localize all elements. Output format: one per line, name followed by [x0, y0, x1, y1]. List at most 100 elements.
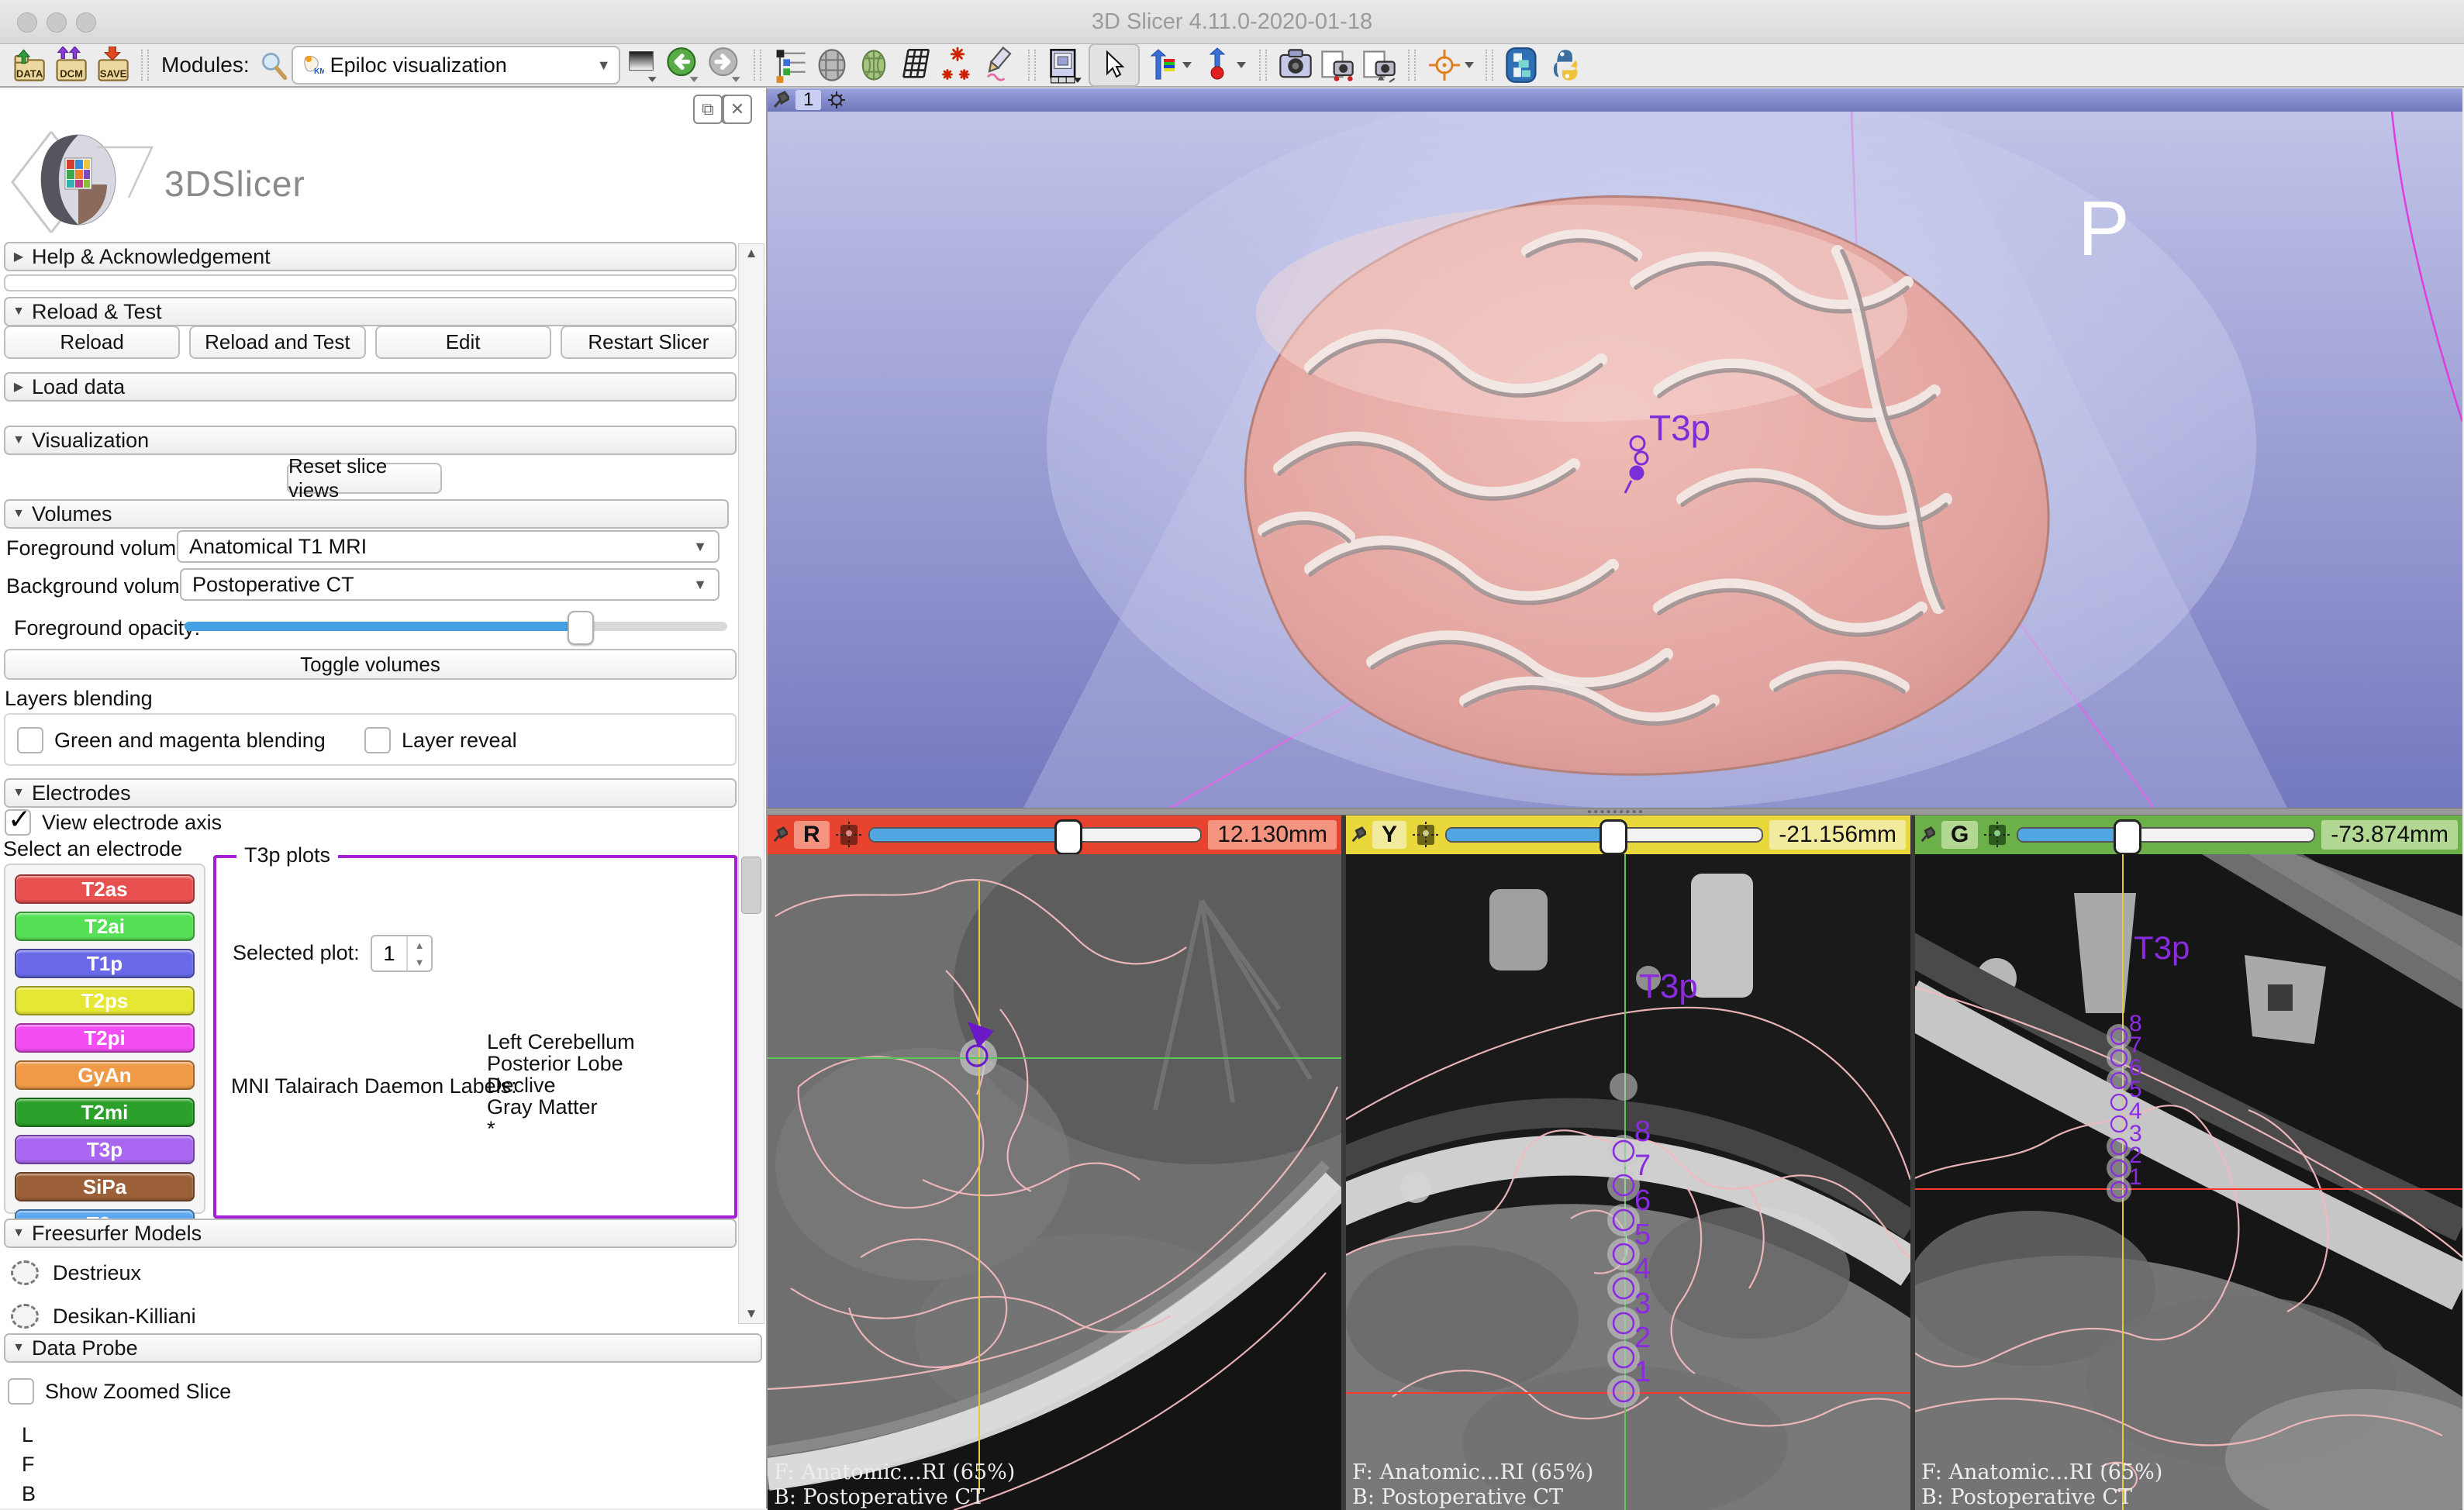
pin-icon[interactable] [772, 91, 789, 109]
green-slider-handle[interactable] [2114, 819, 2141, 855]
foreground-opacity-slider[interactable] [185, 622, 727, 631]
svg-text:7: 7 [1634, 1150, 1651, 1182]
models-module-icon[interactable] [855, 47, 892, 84]
yellow-slice-view[interactable]: Y -21.156mm [1346, 815, 1910, 1510]
visibility-eye-icon[interactable] [11, 1260, 39, 1285]
spin-up-icon[interactable]: ▲ [408, 936, 431, 953]
scroll-up-icon[interactable]: ▲ [739, 246, 764, 261]
help-collapsed-body [4, 274, 737, 291]
yellow-slider-handle[interactable] [1600, 819, 1627, 855]
panel-scrollbar[interactable]: ▲ ▼ [738, 243, 764, 1324]
green-slice-slider[interactable] [2017, 827, 2315, 843]
scene-view-restore-button[interactable] [1361, 47, 1398, 84]
volumes-module-icon[interactable] [813, 47, 851, 84]
data-module-icon[interactable] [771, 47, 809, 84]
extensions-manager-button[interactable] [1503, 47, 1541, 84]
opacity-slider-handle[interactable] [568, 611, 594, 645]
slice-letter[interactable]: R [794, 821, 830, 849]
green-slice-view[interactable]: G -73.874mm [1915, 815, 2462, 1510]
slice-marker-icon[interactable] [836, 822, 862, 848]
module-search-icon[interactable] [258, 47, 289, 84]
svg-text:2: 2 [1634, 1322, 1651, 1354]
reload-button[interactable]: Reload [4, 326, 180, 359]
slicer-logo [5, 124, 160, 240]
section-reload-test[interactable]: ▼Reload & Test [4, 297, 737, 326]
save-button[interactable]: SAVE [94, 47, 131, 84]
green-magenta-checkbox[interactable] [17, 727, 43, 753]
layer-reveal-checkbox[interactable] [364, 727, 391, 753]
red-slice-slider[interactable] [868, 827, 1203, 843]
background-volume-combo[interactable]: Postoperative CT▼ [180, 568, 720, 601]
svg-text:KM: KM [314, 67, 324, 76]
slice-letter[interactable]: G [1941, 821, 1978, 849]
scene-view-capture-button[interactable] [1319, 47, 1356, 84]
slice-marker-icon[interactable] [1413, 822, 1439, 848]
pin-icon[interactable] [1920, 826, 1935, 843]
section-electrodes[interactable]: ▼Electrodes [4, 778, 737, 808]
view-tab-label[interactable]: 1 [795, 90, 821, 110]
section-help[interactable]: ▶Help & Acknowledgement [4, 242, 737, 271]
pin-icon[interactable] [1351, 826, 1366, 843]
electrode-button-t2pi[interactable]: T2pi [15, 1023, 195, 1053]
pin-icon[interactable] [772, 826, 788, 843]
section-load-data[interactable]: ▶Load data [4, 372, 737, 402]
electrode-button-t2mi[interactable]: T2mi [15, 1098, 195, 1127]
red-slider-handle[interactable] [1054, 819, 1082, 855]
toggle-volumes-button[interactable]: Toggle volumes [4, 649, 737, 680]
visibility-eye-icon[interactable] [11, 1304, 39, 1329]
red-slice-view[interactable]: R 12.130mm [768, 815, 1341, 1510]
section-visualization[interactable]: ▼Visualization [4, 426, 737, 455]
close-panel-icon[interactable]: ✕ [723, 95, 752, 124]
threed-canvas[interactable]: .ridge{stroke:#f2eae6;stroke-width:16;fi… [768, 112, 2462, 808]
electrode-button-t1p[interactable]: T1p [15, 949, 195, 978]
place-fiducial-button[interactable] [1199, 47, 1249, 84]
scroll-down-icon[interactable]: ▼ [739, 1306, 764, 1322]
python-console-button[interactable] [1545, 47, 1582, 84]
view-splitter[interactable] [768, 808, 2462, 815]
module-selector[interactable]: KM Epiloc visualization ▼ [292, 46, 620, 84]
chevron-down-icon: ▼ [693, 539, 707, 555]
section-data-probe[interactable]: ▼Data Probe [4, 1333, 762, 1363]
electrode-button-t2ai[interactable]: T2ai [15, 912, 195, 941]
restart-slicer-button[interactable]: Restart Slicer [561, 326, 737, 359]
show-zoomed-slice-checkbox[interactable] [8, 1378, 34, 1405]
module-back-button[interactable] [664, 47, 702, 84]
annotations-module-icon[interactable] [981, 47, 1018, 84]
green-slice-canvas[interactable]: 87654321 T3p F: Anatomic...RI (65%) B: P… [1915, 854, 2462, 1510]
popup-panel-icon[interactable]: ⧉ [693, 95, 723, 124]
module-forward-button[interactable] [706, 47, 744, 84]
threed-view[interactable]: 1 [768, 88, 2462, 808]
slicer-logo-text: 3DSlicer [164, 163, 305, 205]
screenshot-button[interactable] [1277, 47, 1314, 84]
reset-slice-views-button[interactable]: Reset slice views [287, 463, 442, 494]
reload-and-test-button[interactable]: Reload and Test [189, 326, 365, 359]
scrollbar-thumb[interactable] [741, 857, 761, 914]
edit-button[interactable]: Edit [375, 326, 551, 359]
electrode-button-t3p[interactable]: T3p [15, 1135, 195, 1164]
view-electrode-axis-checkbox[interactable] [5, 809, 31, 836]
mouse-interaction-button[interactable] [1089, 43, 1140, 87]
slice-letter[interactable]: Y [1372, 821, 1406, 849]
yellow-slice-slider[interactable] [1445, 827, 1763, 843]
spin-down-icon[interactable]: ▼ [408, 953, 431, 970]
electrode-button-t2ps[interactable]: T2ps [15, 986, 195, 1015]
slice-marker-icon[interactable] [1984, 822, 2010, 848]
load-data-button[interactable]: DATA [10, 47, 47, 84]
section-freesurfer[interactable]: ▼Freesurfer Models [4, 1219, 737, 1248]
selected-plot-spinbox[interactable]: 1 ▲▼ [371, 935, 433, 972]
crosshair-button[interactable] [1426, 47, 1475, 84]
foreground-volume-combo[interactable]: Anatomical T1 MRI▼ [177, 530, 720, 563]
section-volumes[interactable]: ▼Volumes [4, 499, 729, 529]
dicom-button[interactable]: DCM [52, 47, 89, 84]
view-options-icon[interactable] [827, 91, 846, 109]
module-history-button[interactable] [623, 47, 660, 84]
window-level-button[interactable] [1145, 47, 1195, 84]
electrode-button-t2as[interactable]: T2as [15, 874, 195, 904]
electrode-button-gyan[interactable]: GyAn [15, 1060, 195, 1090]
transforms-module-icon[interactable] [897, 47, 934, 84]
layout-selector-button[interactable] [1046, 47, 1083, 84]
red-slice-canvas[interactable]: F: Anatomic...RI (65%) B: Postoperative … [768, 854, 1341, 1510]
electrode-button-sipa[interactable]: SiPa [15, 1172, 195, 1201]
yellow-slice-canvas[interactable]: 87654321 T3p F: Anatomic...RI (65%) B: P… [1346, 854, 1910, 1510]
markups-module-icon[interactable] [939, 47, 976, 84]
